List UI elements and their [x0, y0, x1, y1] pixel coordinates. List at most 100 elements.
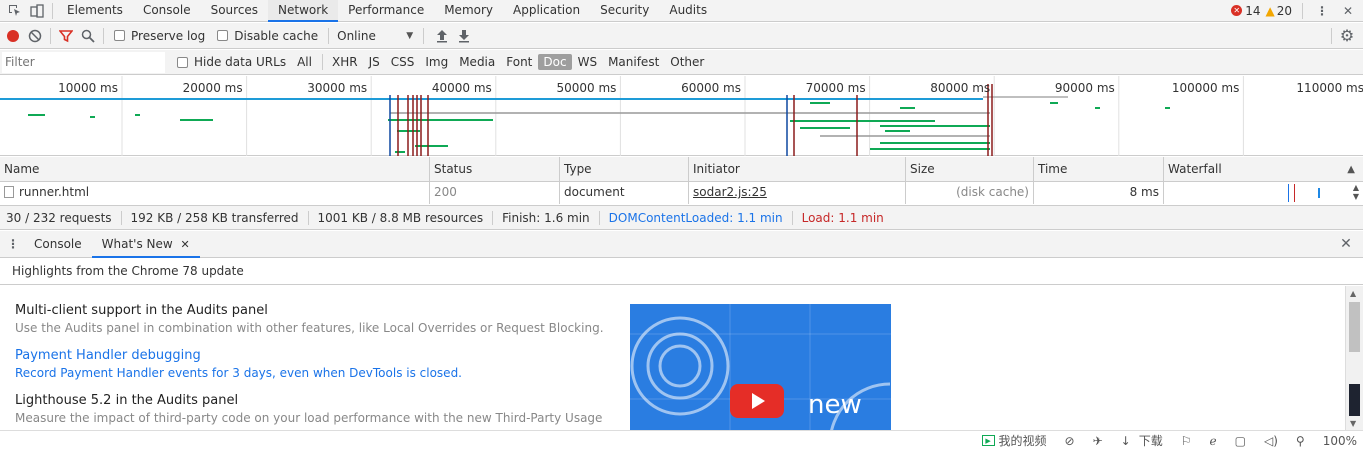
volume-icon[interactable]: ◁) [1264, 434, 1278, 448]
pin-icon[interactable]: ✈ [1093, 434, 1103, 448]
hide-data-urls-checkbox[interactable]: Hide data URLs [177, 55, 286, 69]
checkbox-box[interactable] [114, 30, 125, 41]
drawer-menu-icon[interactable]: ⋮ [2, 233, 24, 255]
column-initiator-header[interactable]: Initiator [689, 157, 906, 181]
drawer-tab-whats-new[interactable]: What's New ✕ [91, 231, 200, 258]
device-toolbar-icon[interactable] [26, 0, 48, 22]
close-devtools-icon[interactable]: ✕ [1337, 0, 1359, 22]
filter-type-ws[interactable]: WS [573, 54, 602, 70]
error-count: 14 [1245, 3, 1261, 18]
filter-icon[interactable] [55, 25, 77, 47]
column-waterfall-header[interactable]: Waterfall ▲ [1164, 157, 1363, 181]
filter-type-css[interactable]: CSS [386, 54, 420, 70]
speed-icon[interactable]: ⊘ [1065, 434, 1075, 448]
tab-sources[interactable]: Sources [201, 0, 268, 22]
tab-console[interactable]: Console [133, 0, 201, 22]
my-videos-label: 我的视频 [998, 434, 1047, 448]
timeline-tick-label: 110000 ms [1296, 81, 1363, 95]
column-time-header[interactable]: Time [1034, 157, 1164, 181]
transferred-size: 192 KB / 258 KB transferred [122, 210, 309, 225]
tab-audits[interactable]: Audits [659, 0, 717, 22]
tab-performance[interactable]: Performance [338, 0, 434, 22]
youtube-play-icon[interactable] [730, 384, 784, 418]
search-icon[interactable] [77, 25, 99, 47]
inspect-element-icon[interactable] [4, 0, 26, 22]
close-drawer-icon[interactable]: ✕ [1335, 233, 1357, 255]
feature-item[interactable]: Payment Handler debugging Record Payment… [15, 348, 615, 380]
filter-type-js[interactable]: JS [364, 54, 385, 70]
close-tab-icon[interactable]: ✕ [181, 238, 190, 251]
request-name: runner.html [19, 185, 90, 199]
flag-icon[interactable]: ⚐ [1181, 434, 1192, 448]
checkbox-box[interactable] [217, 30, 229, 41]
timeline-tick-labels: 10000 ms 20000 ms 30000 ms 40000 ms 50000 ms… [58, 81, 1363, 95]
feature-title: Payment Handler debugging [15, 348, 201, 363]
column-status-header[interactable]: Status [430, 157, 560, 181]
row-scroll-arrows-icon[interactable]: ▲ ▼ [1353, 183, 1359, 201]
window-icon[interactable]: ▢ [1235, 434, 1246, 448]
filter-input[interactable] [2, 51, 165, 73]
filter-type-doc[interactable]: Doc [538, 54, 572, 70]
chevron-down-icon: ▼ [406, 30, 414, 41]
timeline-tick-label: 80000 ms [930, 81, 990, 95]
feature-description: Record Payment Handler events for 3 days… [15, 366, 462, 380]
cell-size: (disk cache) [906, 182, 1034, 204]
network-overview-timeline[interactable]: 10000 ms 20000 ms 30000 ms 40000 ms 50000 ms… [0, 76, 1363, 156]
export-har-icon[interactable] [453, 25, 475, 47]
separator [52, 2, 53, 19]
more-menu-icon[interactable]: ⋮ [1311, 0, 1333, 22]
checkbox-box[interactable] [177, 56, 188, 68]
tab-security[interactable]: Security [590, 0, 659, 22]
drawer-tab-console[interactable]: Console [24, 231, 92, 258]
filter-type-all[interactable]: All [292, 54, 317, 70]
cell-status: 200 [430, 182, 560, 204]
throttle-select[interactable]: Online ▼ [337, 29, 413, 43]
column-name-header[interactable]: Name [0, 157, 430, 181]
zoom-search-icon[interactable]: ⚲ [1296, 434, 1305, 448]
settings-gear-icon[interactable]: ⚙ [1336, 25, 1358, 47]
record-icon[interactable] [2, 25, 24, 47]
import-har-icon[interactable] [431, 25, 453, 47]
tab-application[interactable]: Application [503, 0, 590, 22]
ie-compat-icon[interactable]: ℯ [1210, 434, 1217, 448]
filter-type-img[interactable]: Img [420, 54, 453, 70]
error-count-badge[interactable]: ✕ 14 ▲ 20 [1231, 4, 1292, 18]
my-videos-button[interactable]: ▶ 我的视频 [981, 432, 1047, 449]
timeline-tick-label: 20000 ms [183, 81, 243, 95]
separator [1331, 27, 1332, 44]
filter-type-media[interactable]: Media [454, 54, 500, 70]
timeline-tick-label: 100000 ms [1172, 81, 1240, 95]
column-size-header[interactable]: Size [906, 157, 1034, 181]
download-label: 下载 [1138, 434, 1163, 448]
zoom-level[interactable]: 100% [1323, 434, 1357, 448]
clear-icon[interactable] [24, 25, 46, 47]
separator [50, 27, 51, 44]
filter-type-xhr[interactable]: XHR [327, 54, 363, 70]
disable-cache-label: Disable cache [234, 28, 319, 43]
disable-cache-checkbox[interactable]: Disable cache [217, 29, 318, 43]
waterfall-line-dcl [1288, 184, 1289, 202]
video-thumbnail[interactable]: new [630, 304, 891, 430]
filter-type-other[interactable]: Other [665, 54, 709, 70]
scroll-thumb[interactable] [1349, 302, 1360, 352]
scroll-down-icon[interactable]: ▼ [1350, 419, 1356, 428]
scroll-up-icon[interactable]: ▲ [1350, 289, 1356, 298]
tab-elements[interactable]: Elements [57, 0, 133, 22]
tab-network[interactable]: Network [268, 0, 339, 22]
devtools-tabbar: Elements Console Sources Network Perform… [0, 0, 1363, 22]
cell-name[interactable]: runner.html [0, 182, 430, 204]
feature-item[interactable]: Lighthouse 5.2 in the Audits panel Measu… [15, 393, 615, 425]
download-button[interactable]: ↓ 下载 [1121, 432, 1163, 449]
feature-item[interactable]: Multi-client support in the Audits panel… [15, 303, 615, 335]
preserve-log-checkbox[interactable]: Preserve log [114, 29, 205, 43]
scrollbar[interactable]: ▲ ▼ [1345, 286, 1363, 430]
filter-type-font[interactable]: Font [501, 54, 537, 70]
column-type-header[interactable]: Type [560, 157, 689, 181]
cell-initiator: sodar2.js:25 [689, 182, 906, 204]
timeline-tick-label: 30000 ms [307, 81, 367, 95]
filter-type-manifest[interactable]: Manifest [603, 54, 664, 70]
table-row[interactable]: runner.html 200 document sodar2.js:25 (d… [0, 182, 1363, 204]
initiator-link[interactable]: sodar2.js:25 [693, 185, 767, 199]
tab-memory[interactable]: Memory [434, 0, 503, 22]
browser-status-bar: ▶ 我的视频 ⊘ ✈ ↓ 下载 ⚐ ℯ ▢ ◁) ⚲ 100% [0, 430, 1363, 450]
